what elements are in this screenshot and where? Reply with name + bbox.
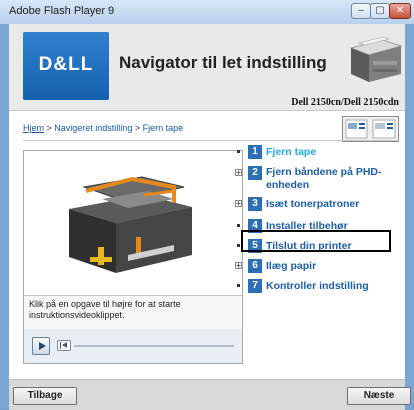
window-frame-right bbox=[405, 24, 414, 409]
breadcrumb: Hjem > Navigeret indstilling > Fjern tap… bbox=[23, 123, 183, 133]
step-label: Ilæg papir bbox=[266, 260, 317, 272]
printer-illustration bbox=[349, 36, 403, 82]
footer-bar: Tilbage Næste bbox=[9, 379, 411, 410]
video-caption: Klik på en opgave til højre for at start… bbox=[29, 299, 181, 320]
step-label: Kontroller indstilling bbox=[266, 280, 369, 292]
breadcrumb-current: Fjern tape bbox=[142, 123, 184, 133]
step-number: 7 bbox=[248, 279, 262, 293]
expand-plus-icon[interactable]: + bbox=[235, 169, 242, 177]
expand-plus-icon[interactable]: + bbox=[235, 200, 242, 208]
breadcrumb-section[interactable]: Navigeret indstilling bbox=[54, 123, 132, 133]
main-content: Hjem > Navigeret indstilling > Fjern tap… bbox=[9, 111, 405, 379]
video-area[interactable] bbox=[24, 151, 242, 296]
app-header: D&LL Navigator til let indstilling Dell … bbox=[9, 24, 405, 111]
bullet-dot-icon bbox=[235, 222, 242, 229]
close-button[interactable]: ✕ bbox=[389, 3, 411, 19]
dell-logo: D&LL bbox=[23, 32, 109, 100]
step-number: 6 bbox=[248, 259, 262, 273]
window-frame-left bbox=[0, 24, 9, 409]
maximize-button[interactable]: ▢ bbox=[370, 3, 390, 19]
step-label: Fjern båndene på PHD-enheden bbox=[266, 166, 382, 191]
step-highlight-box bbox=[241, 230, 391, 252]
window-titlebar: Adobe Flash Player 9 – ▢ ✕ bbox=[0, 0, 414, 25]
step-number: 3 bbox=[248, 197, 262, 211]
next-button[interactable]: Næste bbox=[347, 387, 411, 405]
dell-logo-text: D&LL bbox=[38, 54, 94, 75]
bullet-dot-icon bbox=[235, 148, 242, 155]
expand-plus-icon[interactable]: + bbox=[235, 262, 242, 270]
video-panel: Klik på en opgave til højre for at start… bbox=[23, 150, 243, 364]
layout-thumbnail-icon[interactable] bbox=[342, 116, 399, 142]
step-number: 2 bbox=[248, 166, 262, 180]
step-label: Fjern tape bbox=[266, 146, 317, 158]
video-controls bbox=[24, 329, 242, 363]
rewind-icon[interactable] bbox=[57, 340, 71, 351]
window-title: Adobe Flash Player 9 bbox=[9, 5, 115, 17]
header-divider bbox=[23, 140, 397, 141]
printer-tape-illustration bbox=[69, 176, 192, 273]
minimize-button[interactable]: – bbox=[351, 3, 371, 19]
bullet-dot-icon bbox=[235, 282, 242, 289]
printer-model: Dell 2150cn/Dell 2150cdn bbox=[291, 97, 399, 108]
step-label: Isæt tonerpatroner bbox=[266, 198, 360, 210]
step-number: 1 bbox=[248, 145, 262, 159]
breadcrumb-separator: > bbox=[44, 123, 55, 133]
progress-track[interactable] bbox=[74, 345, 234, 347]
play-icon[interactable] bbox=[32, 337, 50, 355]
breadcrumb-home-link[interactable]: Hjem bbox=[23, 123, 44, 133]
back-button[interactable]: Tilbage bbox=[13, 387, 77, 405]
page-title: Navigator til let indstilling bbox=[119, 53, 327, 72]
breadcrumb-separator: > bbox=[132, 123, 143, 133]
